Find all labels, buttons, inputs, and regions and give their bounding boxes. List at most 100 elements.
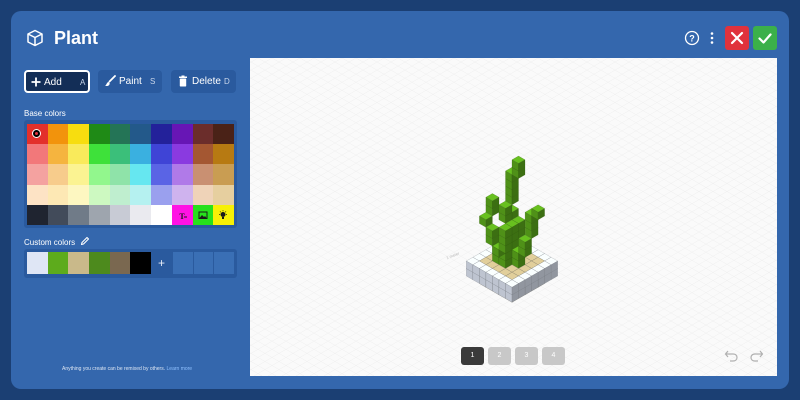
base-color-swatch[interactable] [27, 184, 48, 205]
add-tool-label: Add [44, 77, 62, 88]
page-tab-4[interactable]: 4 [542, 347, 565, 365]
plus-icon [31, 77, 41, 87]
base-color-swatch[interactable] [213, 204, 234, 225]
base-color-swatch[interactable] [192, 204, 214, 225]
empty-color-slot[interactable] [192, 252, 214, 274]
base-color-swatch[interactable] [192, 164, 214, 185]
base-color-swatch[interactable] [130, 144, 152, 165]
delete-tool-shortcut: D [224, 77, 230, 86]
base-color-swatch[interactable] [68, 124, 90, 145]
base-color-swatch[interactable] [89, 184, 110, 205]
light-icon [219, 210, 228, 219]
delete-tool-button[interactable]: Delete D [171, 70, 236, 93]
help-icon[interactable]: ? [684, 30, 700, 46]
base-color-swatch[interactable] [130, 164, 152, 185]
page-tab-2[interactable]: 2 [488, 347, 511, 365]
base-color-swatch[interactable] [171, 164, 193, 185]
base-color-swatch[interactable] [27, 124, 48, 145]
base-color-swatch[interactable] [89, 124, 110, 145]
text-color-icon: T [179, 212, 187, 220]
base-color-swatch[interactable] [151, 184, 172, 205]
confirm-button[interactable] [753, 26, 777, 50]
base-color-swatch[interactable] [192, 184, 214, 205]
more-icon[interactable] [708, 30, 716, 46]
page-title: Plant [54, 28, 99, 48]
base-color-swatch[interactable] [47, 184, 69, 205]
cancel-button[interactable] [725, 26, 749, 50]
base-color-swatch[interactable] [151, 204, 172, 225]
base-color-swatch[interactable] [109, 184, 131, 205]
model-canvas[interactable]: 1 meter 1 2 3 4 [250, 58, 777, 376]
base-color-swatch[interactable] [109, 204, 131, 225]
base-color-swatch[interactable] [109, 124, 131, 145]
custom-color-swatch[interactable] [130, 252, 152, 274]
redo-icon[interactable] [749, 348, 764, 363]
base-color-swatch[interactable] [47, 144, 69, 165]
empty-color-slot[interactable] [213, 252, 234, 274]
base-color-swatch[interactable] [27, 144, 48, 165]
base-color-swatch[interactable] [151, 144, 172, 165]
svg-text:?: ? [689, 33, 695, 43]
base-color-swatch[interactable] [89, 164, 110, 185]
undo-icon[interactable] [724, 348, 739, 363]
svg-text:T: T [179, 212, 185, 220]
custom-color-swatch[interactable] [27, 252, 48, 274]
base-color-swatch[interactable] [171, 124, 193, 145]
custom-color-palette: + [24, 249, 237, 278]
paint-tool-button[interactable]: Paint S [98, 70, 162, 93]
base-color-swatch[interactable] [130, 204, 152, 225]
cube-icon [27, 29, 43, 47]
base-color-swatch[interactable] [171, 184, 193, 205]
pencil-icon[interactable] [80, 236, 90, 246]
base-color-swatch[interactable] [213, 164, 234, 185]
base-color-swatch[interactable] [109, 144, 131, 165]
base-color-swatch[interactable] [213, 124, 234, 145]
custom-color-grid: + [27, 252, 234, 274]
base-color-swatch[interactable] [89, 144, 110, 165]
base-color-swatch[interactable] [68, 164, 90, 185]
base-color-palette: T [24, 120, 237, 228]
image-icon [198, 211, 207, 219]
base-color-swatch[interactable] [151, 124, 172, 145]
page-tab-3[interactable]: 3 [515, 347, 538, 365]
base-color-swatch[interactable] [130, 184, 152, 205]
add-tool-shortcut: A [80, 78, 86, 87]
base-color-swatch[interactable] [47, 124, 69, 145]
brush-icon [105, 75, 116, 87]
custom-color-swatch[interactable] [109, 252, 131, 274]
base-color-swatch[interactable] [192, 124, 214, 145]
plant-voxel-model[interactable] [250, 58, 777, 376]
base-color-swatch[interactable] [213, 144, 234, 165]
base-color-swatch[interactable] [47, 204, 69, 225]
custom-color-swatch[interactable] [47, 252, 69, 274]
base-color-swatch[interactable] [68, 144, 90, 165]
page-tab-1[interactable]: 1 [461, 347, 484, 365]
base-color-swatch[interactable] [213, 184, 234, 205]
app-window: Plant ? Add A Paint S Delete D Base colo… [0, 0, 800, 400]
base-color-swatch[interactable] [27, 204, 48, 225]
empty-color-slot[interactable] [171, 252, 193, 274]
selected-indicator [32, 129, 41, 138]
base-color-swatch[interactable] [27, 164, 48, 185]
trash-icon [179, 75, 187, 87]
base-color-swatch[interactable] [130, 124, 152, 145]
checkmark-icon [758, 33, 772, 44]
custom-color-swatch[interactable] [68, 252, 90, 274]
base-color-swatch[interactable] [151, 164, 172, 185]
base-color-swatch[interactable] [89, 204, 110, 225]
add-custom-color-button[interactable]: + [151, 252, 172, 274]
footer-note-text: Anything you create can be remixed by ot… [62, 366, 166, 372]
base-color-swatch[interactable] [47, 164, 69, 185]
learn-more-link[interactable]: Learn more [167, 366, 193, 372]
base-color-swatch[interactable] [68, 184, 90, 205]
custom-color-swatch[interactable] [89, 252, 110, 274]
add-tool-button[interactable]: Add A [24, 70, 90, 93]
base-color-swatch[interactable] [109, 164, 131, 185]
close-icon [730, 31, 744, 45]
base-color-swatch[interactable]: T [171, 204, 193, 225]
base-color-swatch[interactable] [68, 204, 90, 225]
base-color-swatch[interactable] [171, 144, 193, 165]
delete-tool-label: Delete [192, 76, 221, 87]
base-colors-label: Base colors [24, 109, 66, 118]
base-color-swatch[interactable] [192, 144, 214, 165]
